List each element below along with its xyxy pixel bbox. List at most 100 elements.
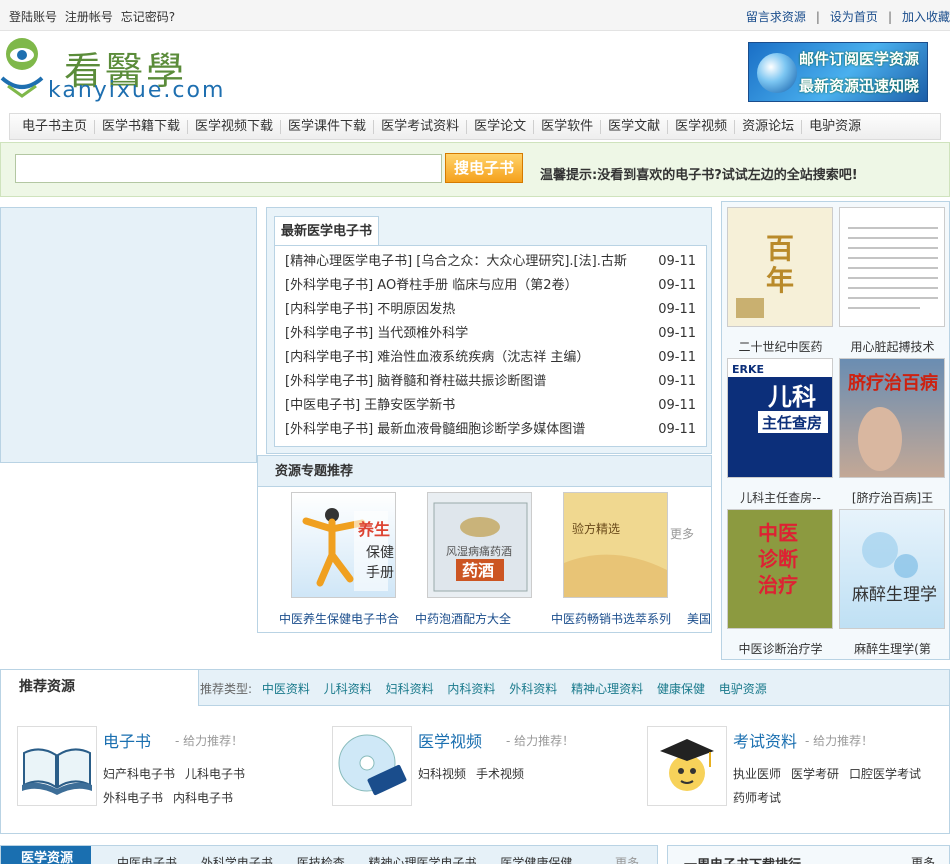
nav-item-ebook-home[interactable]: 电子书主页: [10, 119, 94, 134]
recommend-link[interactable]: 药师考试: [733, 791, 781, 805]
cover-image[interactable]: 脐疗治百病: [839, 358, 945, 478]
recommend-name[interactable]: 考试资料: [733, 728, 797, 752]
topic-cover-image[interactable]: 风湿病痛药酒 药酒: [427, 492, 532, 598]
type-link[interactable]: 电驴资源: [719, 682, 767, 696]
search-input[interactable]: [15, 154, 442, 183]
forgot-password-link[interactable]: 忘记密码?: [121, 10, 175, 24]
recommend-resources-panel: 推荐资源 推荐类型: 中医资料 儿科资料 妇科资料 内科资料 外科资料 精神心理…: [0, 669, 950, 834]
list-item[interactable]: [精神心理医学电子书] [乌合之众：大众心理研究].[法].古斯 09-11: [275, 250, 706, 274]
left-panel: [0, 207, 257, 463]
nav-item-exam-materials[interactable]: 医学考试资料: [373, 119, 466, 134]
cover-image[interactable]: 百年: [727, 207, 833, 327]
cover-caption[interactable]: 儿科主任查房--: [724, 489, 837, 506]
recommend-link[interactable]: 外科电子书: [103, 791, 163, 805]
cover-image[interactable]: [839, 207, 945, 327]
topic-recommend-title: 资源专题推荐: [258, 456, 711, 487]
open-book-icon[interactable]: [17, 726, 97, 806]
topic-caption[interactable]: 中药泡酒配方大全: [415, 610, 511, 627]
recommend-link[interactable]: 口腔医学考试: [849, 767, 921, 781]
recommend-link[interactable]: 医学考研: [791, 767, 839, 781]
nav-item-forum[interactable]: 资源论坛: [734, 119, 801, 134]
ebook-title[interactable]: [内科学电子书] 难治性血液系统疾病（沈志祥 主编）: [285, 346, 655, 370]
ebook-title[interactable]: [外科学电子书] 当代颈椎外科学: [285, 322, 655, 346]
cover-image[interactable]: 麻醉生理学: [839, 509, 945, 629]
add-favorite-link[interactable]: 加入收藏: [902, 10, 950, 24]
subscribe-banner[interactable]: 邮件订阅医学资源 最新资源迅速知晓: [748, 42, 928, 102]
nav-item-papers[interactable]: 医学论文: [466, 119, 533, 134]
resource-link[interactable]: 外科学电子书: [201, 856, 273, 864]
nav-item-literature[interactable]: 医学文献: [600, 119, 667, 134]
recommend-link[interactable]: 儿科电子书: [185, 767, 245, 781]
list-item[interactable]: [外科学电子书] 当代颈椎外科学 09-11: [275, 322, 706, 346]
type-link[interactable]: 中医资料: [262, 682, 310, 696]
ebook-title[interactable]: [外科学电子书] 最新血液骨髓细胞诊断学多媒体图谱: [285, 418, 655, 442]
cover-caption[interactable]: [脐疗治百病]王: [836, 489, 949, 506]
cover-image[interactable]: ERKE 儿科 主任查房: [727, 358, 833, 478]
topic-cover-image[interactable]: 验方精选: [563, 492, 668, 598]
recommend-name[interactable]: 电子书: [103, 728, 151, 752]
resource-link[interactable]: 医学健康保健: [500, 856, 572, 864]
topics-more-link[interactable]: 更多: [670, 525, 694, 542]
video-disc-icon[interactable]: [332, 726, 412, 806]
set-homepage-link[interactable]: 设为首页: [830, 10, 878, 24]
cover-caption[interactable]: 中医诊断治疗学: [724, 640, 837, 657]
request-resource-link[interactable]: 留言求资源: [746, 10, 806, 24]
ebook-title[interactable]: [中医电子书] 王静安医学新书: [285, 394, 655, 418]
list-item[interactable]: [中医电子书] 王静安医学新书 09-11: [275, 394, 706, 418]
svg-text:保健: 保健: [366, 545, 394, 561]
recommend-link[interactable]: 执业医师: [733, 767, 781, 781]
ebook-title[interactable]: [精神心理医学电子书] [乌合之众：大众心理研究].[法].古斯: [285, 250, 655, 274]
cover-caption[interactable]: 二十世纪中医药: [724, 338, 837, 355]
nav-item-videos[interactable]: 医学视频: [667, 119, 734, 134]
graduation-cap-icon[interactable]: [647, 726, 727, 806]
type-link[interactable]: 内科资料: [447, 682, 495, 696]
resource-link[interactable]: 精神心理医学电子书: [369, 856, 477, 864]
newest-ebooks-list: [精神心理医学电子书] [乌合之众：大众心理研究].[法].古斯 09-11 [外…: [274, 245, 707, 447]
cover-image[interactable]: 中医 诊断 治疗: [727, 509, 833, 629]
recommend-link[interactable]: 内科电子书: [173, 791, 233, 805]
list-item[interactable]: [内科学电子书] 难治性血液系统疾病（沈志祥 主编） 09-11: [275, 346, 706, 370]
recommend-link[interactable]: 妇科视频: [418, 767, 466, 781]
topic-caption[interactable]: 美国: [687, 610, 711, 627]
ranking-more-link[interactable]: 更多: [911, 854, 935, 864]
nav-item-video-download[interactable]: 医学视频下载: [187, 119, 280, 134]
type-link[interactable]: 健康保健: [657, 682, 705, 696]
nav-item-book-download[interactable]: 医学书籍下载: [94, 119, 187, 134]
cover-caption[interactable]: 麻醉生理学(第: [836, 640, 949, 657]
cover-caption[interactable]: 用心脏起搏技术: [836, 338, 949, 355]
nav-item-edonkey[interactable]: 电驴资源: [801, 119, 868, 134]
medical-resources-tab[interactable]: 医学资源: [1, 846, 91, 864]
recommend-link[interactable]: 手术视频: [476, 767, 524, 781]
login-link[interactable]: 登陆账号: [9, 10, 57, 24]
site-logo[interactable]: 看醫學 kanyixue.com: [0, 36, 260, 104]
recommend-title: 推荐资源: [1, 670, 199, 706]
ebook-title[interactable]: [外科学电子书] AO脊柱手册 临床与应用（第2卷）: [285, 274, 655, 298]
type-link[interactable]: 外科资料: [509, 682, 557, 696]
topic-cover-image[interactable]: 养生 保健 手册: [291, 492, 396, 598]
search-ebook-button[interactable]: 搜电子书: [445, 153, 523, 183]
resources-more-link[interactable]: 更多: [615, 854, 639, 864]
featured-covers: 百年 二十世纪中医药 用心脏起搏技术 ERKE 儿科 主任查房 儿科主任查房-- 脐…: [721, 201, 950, 660]
separator: |: [815, 10, 820, 24]
nav-item-courseware-download[interactable]: 医学课件下载: [280, 119, 373, 134]
type-link[interactable]: 精神心理资料: [571, 682, 643, 696]
topic-caption[interactable]: 中医药畅销书选萃系列: [551, 610, 671, 627]
resource-link[interactable]: 医技检查: [297, 856, 345, 864]
type-link[interactable]: 儿科资料: [324, 682, 372, 696]
nav-item-software[interactable]: 医学软件: [533, 119, 600, 134]
register-link[interactable]: 注册帐号: [65, 10, 113, 24]
topic-caption[interactable]: 中医养生保健电子书合: [279, 610, 399, 627]
svg-text:年: 年: [766, 264, 794, 297]
resource-link[interactable]: 中医电子书: [117, 856, 177, 864]
list-item[interactable]: [内科学电子书] 不明原因发热 09-11: [275, 298, 706, 322]
list-item[interactable]: [外科学电子书] 脑脊髓和脊柱磁共振诊断图谱 09-11: [275, 370, 706, 394]
ebook-title[interactable]: [内科学电子书] 不明原因发热: [285, 298, 655, 322]
ebook-date: 09-11: [658, 278, 696, 293]
list-item[interactable]: [外科学电子书] AO脊柱手册 临床与应用（第2卷） 09-11: [275, 274, 706, 298]
type-link[interactable]: 妇科资料: [386, 682, 434, 696]
recommend-link[interactable]: 妇产科电子书: [103, 767, 175, 781]
list-item[interactable]: [外科学电子书] 最新血液骨髓细胞诊断学多媒体图谱 09-11: [275, 418, 706, 442]
recommend-name[interactable]: 医学视频: [418, 728, 482, 752]
newest-ebooks-title[interactable]: 最新医学电子书: [274, 216, 380, 246]
ebook-title[interactable]: [外科学电子书] 脑脊髓和脊柱磁共振诊断图谱: [285, 370, 655, 394]
